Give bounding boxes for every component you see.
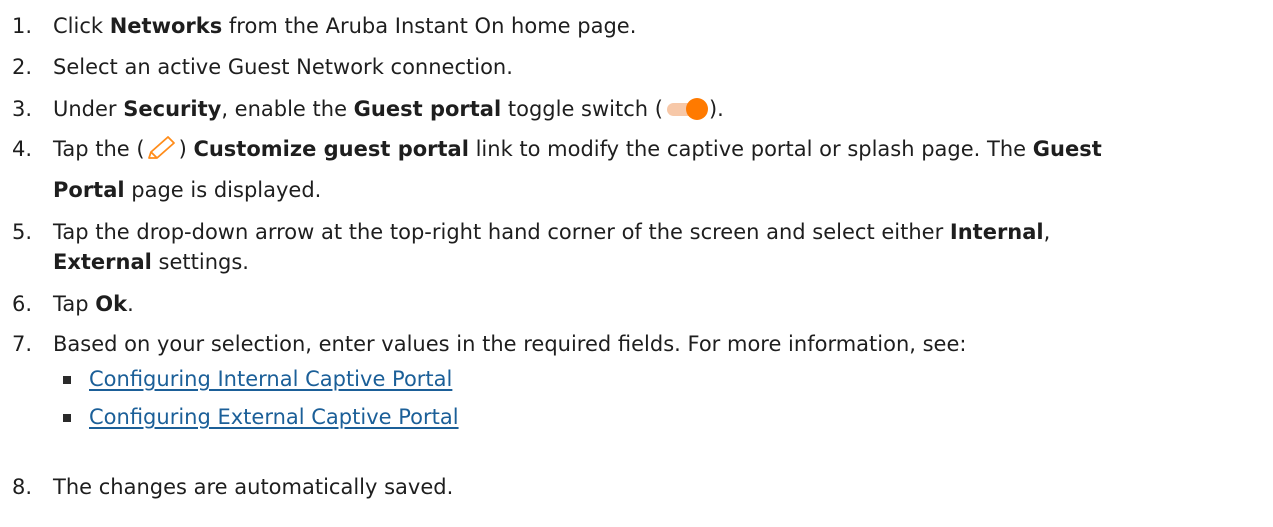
customize-guest-portal-label: Customize guest portal — [193, 137, 469, 161]
step-number: 1. — [12, 14, 33, 38]
step-number: 8. — [12, 475, 33, 499]
bullet-icon — [63, 414, 71, 422]
networks-label: Networks — [109, 14, 223, 38]
external-captive-portal-link[interactable]: Configuring External Captive Portal — [89, 403, 459, 431]
step-number: 3. — [12, 97, 33, 121]
guest-portal-label: Guest portal — [353, 97, 502, 121]
pencil-edit-icon — [147, 136, 175, 159]
step-number: 7. — [12, 332, 33, 356]
bullet-icon — [63, 376, 71, 384]
document-body: 1. Click Networks from the Aruba Instant… — [12, 14, 1102, 499]
ok-label: Ok — [95, 292, 128, 316]
external-label: External — [53, 250, 152, 274]
step-number: 5. — [12, 220, 33, 244]
step-number: 6. — [12, 292, 33, 316]
internal-label: Internal — [949, 220, 1044, 244]
internal-captive-portal-link[interactable]: Configuring Internal Captive Portal — [89, 365, 452, 393]
step-number: 4. — [12, 137, 33, 161]
toggle-switch-on-icon — [664, 98, 708, 120]
security-label: Security — [123, 97, 222, 121]
step-number: 2. — [12, 55, 33, 79]
